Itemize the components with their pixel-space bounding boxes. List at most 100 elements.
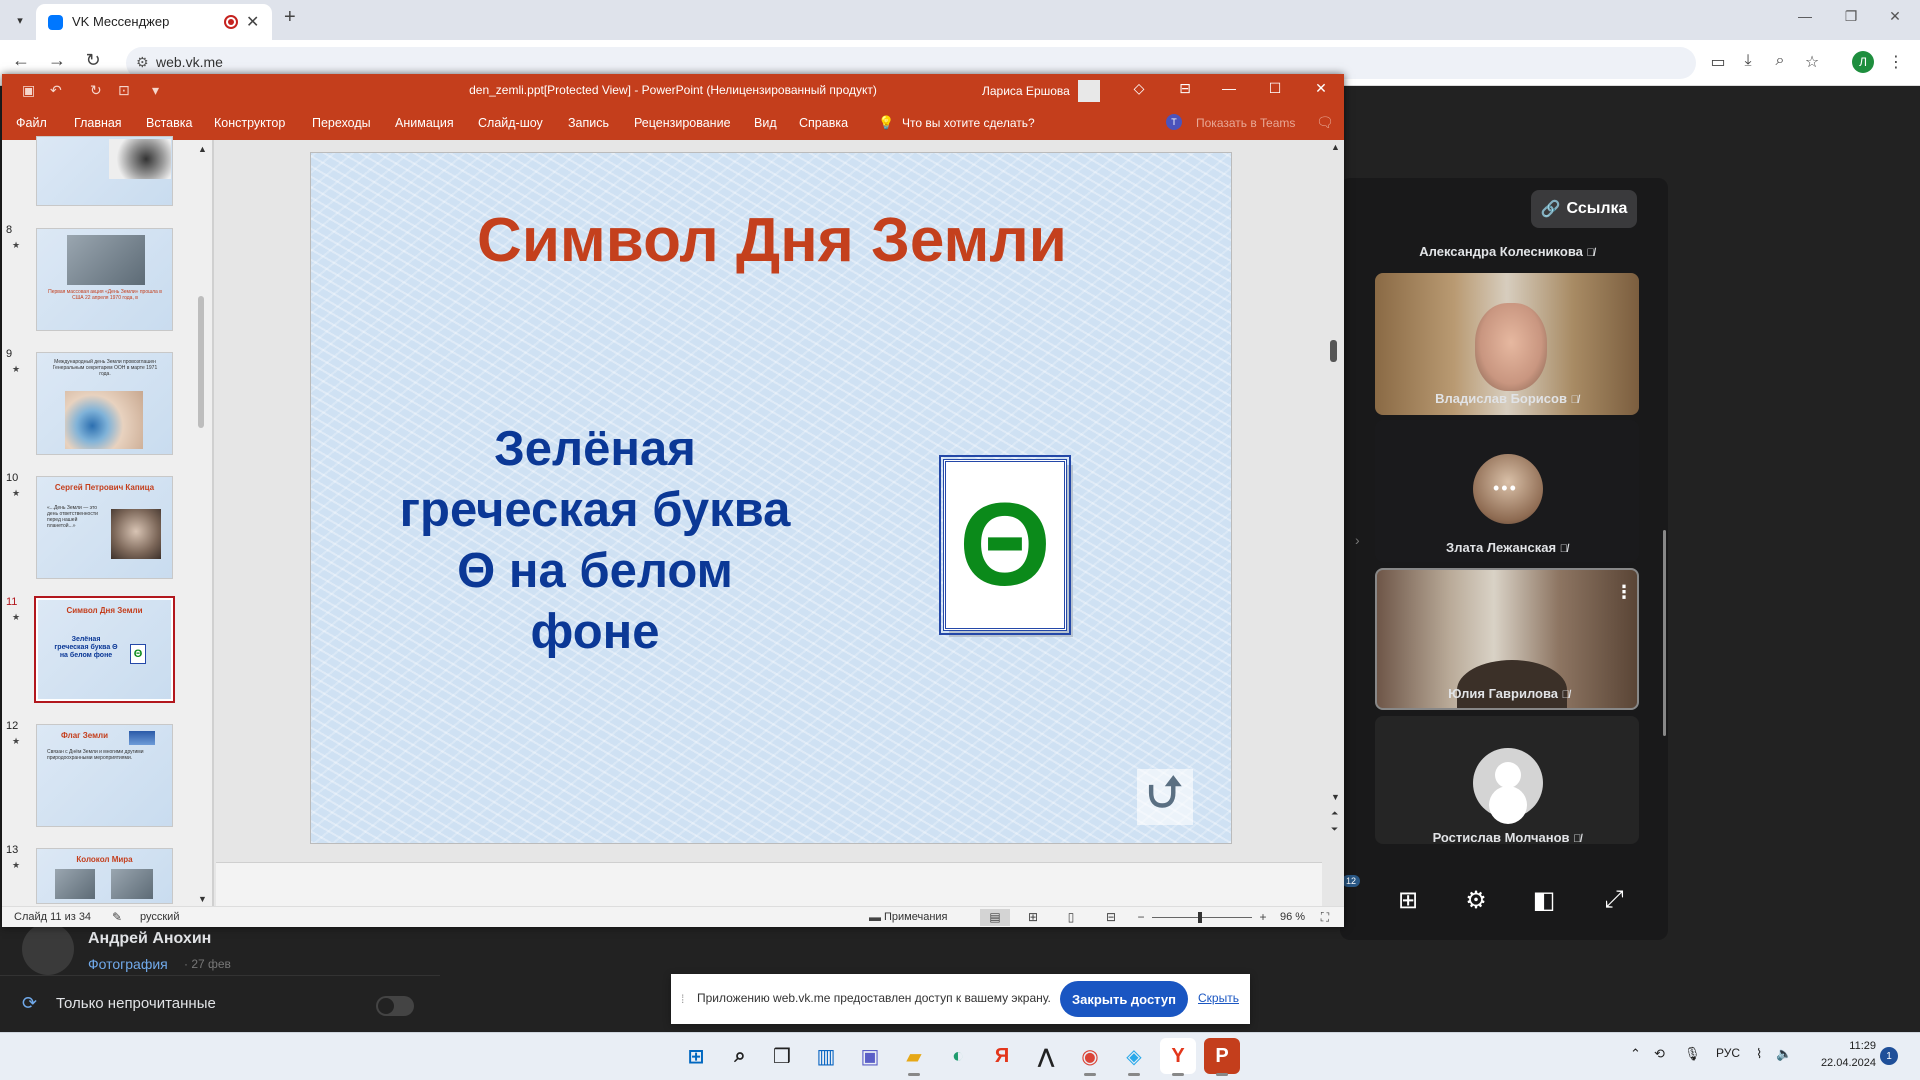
clock-date[interactable]: 22.04.2024 <box>1806 1057 1876 1069</box>
messenger-icon[interactable]: ◈ <box>1116 1038 1152 1076</box>
camera-icon[interactable]: ▭ <box>1706 52 1730 72</box>
slide-title[interactable]: Символ Дня Земли <box>311 205 1233 276</box>
picture-in-picture-icon[interactable]: ◧ <box>1524 880 1564 920</box>
slide-thumbnail[interactable] <box>36 136 173 206</box>
back-icon[interactable]: ← <box>8 50 34 71</box>
tab-animation[interactable]: Анимация <box>395 116 454 130</box>
tab-search-icon[interactable]: ▾ <box>8 9 32 31</box>
stop-sharing-button[interactable]: Закрыть доступ <box>1060 981 1188 1017</box>
minimize-icon[interactable]: — <box>1782 8 1828 24</box>
fit-slide-icon[interactable]: ⛶ <box>1314 910 1336 925</box>
hide-notice-link[interactable]: Скрыть <box>1198 991 1239 1005</box>
next-slide-icon[interactable]: ⏷ <box>1331 824 1338 835</box>
tab-slideshow[interactable]: Слайд-шоу <box>478 116 543 130</box>
chrome-icon[interactable]: ◉ <box>1072 1038 1108 1076</box>
volume-icon[interactable]: 🔈 <box>1776 1046 1792 1062</box>
zoom-slider-knob[interactable] <box>1198 912 1202 923</box>
url-text[interactable]: web.vk.me <box>156 54 223 70</box>
start-windows-icon[interactable]: ⊞ <box>678 1038 714 1074</box>
forward-icon[interactable]: → <box>44 50 70 71</box>
powerpoint-icon[interactable]: P <box>1204 1038 1240 1076</box>
task-view-icon[interactable]: ❒ <box>764 1038 800 1074</box>
tab-transitions[interactable]: Переходы <box>312 116 371 130</box>
avatar[interactable] <box>1078 80 1100 102</box>
tab-help[interactable]: Справка <box>799 116 848 130</box>
search-icon[interactable]: ⌕ <box>722 1038 758 1074</box>
scroll-down-icon[interactable]: ▼ <box>1331 792 1340 802</box>
thumbnail-scroll-thumb[interactable] <box>198 296 204 428</box>
microphone-icon[interactable]: 🎙 <box>1684 1046 1701 1062</box>
scrollbar[interactable] <box>1663 530 1666 736</box>
menu-dots-icon[interactable]: ⋮ <box>1884 52 1908 72</box>
notes-button[interactable]: Примечания <box>884 911 948 923</box>
widgets-icon[interactable]: ▥ <box>808 1038 844 1074</box>
slide-thumbnail[interactable]: Флаг Земли Связан с Днём Земли и многими… <box>36 724 173 827</box>
zoom-slider[interactable] <box>1152 917 1252 918</box>
clock-time[interactable]: 11:29 <box>1806 1040 1876 1052</box>
notification-badge[interactable]: 1 <box>1880 1047 1898 1065</box>
notes-pane[interactable] <box>216 862 1322 906</box>
profile-avatar[interactable]: Л <box>1852 51 1874 73</box>
participant-tile[interactable]: ••• Злата Лежанская 🎙̸ <box>1375 420 1639 562</box>
zoom-level[interactable]: 96 % <box>1280 911 1305 923</box>
tab-view[interactable]: Вид <box>754 116 777 130</box>
site-info-icon[interactable]: ⚙ <box>136 54 149 71</box>
edge-browser-icon[interactable]: ◐ <box>940 1038 976 1074</box>
participant-tile[interactable]: ⋮ Юлия Гаврилова 🎙̸ <box>1375 568 1639 710</box>
slide-thumbnail[interactable]: Первая массовая акция «День Земли» прошл… <box>36 228 173 331</box>
maximize-icon[interactable]: ☐ <box>1260 80 1290 97</box>
comments-icon[interactable]: 🗨 <box>1316 114 1334 131</box>
ppt-user-name[interactable]: Лариса Ершова <box>982 84 1070 98</box>
return-arrow-icon[interactable]: ⮍ <box>1137 768 1193 825</box>
show-in-teams-button[interactable]: Показать в Teams <box>1196 116 1295 130</box>
tab-design[interactable]: Конструктор <box>214 116 285 130</box>
restore-icon[interactable]: ❐ <box>1828 8 1874 25</box>
minimize-icon[interactable]: — <box>1214 80 1244 96</box>
call-link-button[interactable]: 🔗 Ссылка <box>1531 190 1637 228</box>
tab-insert[interactable]: Вставка <box>146 116 192 130</box>
settings-gear-icon[interactable]: ⚙ <box>1456 880 1496 920</box>
yandex-browser-icon[interactable]: Y <box>1160 1038 1196 1076</box>
unread-only-toggle[interactable] <box>376 996 414 1016</box>
file-explorer-icon[interactable]: ▰ <box>896 1038 932 1076</box>
slide-thumbnail-selected[interactable]: Символ Дня Земли Зелёная греческая буква… <box>34 596 175 703</box>
slide-canvas[interactable]: Символ Дня Земли Зелёная греческая буква… <box>310 152 1232 844</box>
browser-tab[interactable]: VK Мессенджер ✕ <box>36 4 272 40</box>
thumbnail-scrollbar[interactable] <box>196 74 208 826</box>
scroll-up-icon[interactable]: ▲ <box>198 144 207 154</box>
tab-file[interactable]: Файл <box>16 116 47 130</box>
more-options-icon[interactable]: ⋮ <box>1615 582 1633 603</box>
sync-icon[interactable]: ⟲ <box>1654 1046 1665 1062</box>
participant-tile[interactable]: Владислав Борисов 🎙̸ <box>1375 273 1639 415</box>
ribbon-display-icon[interactable]: ⊟ <box>1170 80 1200 97</box>
reading-view-icon[interactable]: ▯ <box>1060 910 1082 924</box>
participant-tile[interactable]: Ростислав Молчанов 🎙̸ <box>1375 716 1639 844</box>
slide-thumbnail[interactable]: Сергей Петрович Капица «...День Земли — … <box>36 476 173 579</box>
chevron-up-icon[interactable]: ⌃ <box>1630 1046 1641 1062</box>
bookmark-star-icon[interactable]: ☆ <box>1800 52 1824 72</box>
scroll-up-icon[interactable]: ▲ <box>1331 142 1340 152</box>
close-window-icon[interactable]: ✕ <box>1306 80 1336 97</box>
reload-icon[interactable]: ↻ <box>80 50 106 71</box>
zoom-in-icon[interactable]: + <box>1252 910 1274 924</box>
chat-name[interactable]: Андрей Анохин <box>88 930 211 948</box>
slide-body-text[interactable]: Зелёная греческая буква Θ на белом фоне <box>385 419 805 663</box>
fullscreen-icon[interactable]: ⤢ <box>1594 880 1634 920</box>
yandex-icon[interactable]: Я <box>984 1038 1020 1074</box>
new-tab-button[interactable]: + <box>284 6 296 29</box>
slide-sorter-icon[interactable]: ⊞ <box>1022 910 1044 924</box>
drag-handle-icon[interactable]: ⁞ <box>681 992 684 1006</box>
previous-slide-icon[interactable]: ⏶ <box>1331 808 1338 819</box>
zoom-icon[interactable]: ⌕ <box>1768 52 1792 70</box>
yandex-market-icon[interactable]: ⋀ <box>1028 1038 1064 1074</box>
spellcheck-icon[interactable]: ✎ <box>106 910 128 924</box>
wifi-icon[interactable]: ⌇ <box>1756 1046 1762 1062</box>
premium-diamond-icon[interactable]: ◇ <box>1124 80 1154 97</box>
teams-chat-icon[interactable]: ▣ <box>852 1038 888 1074</box>
slide-thumbnail[interactable]: Международный день Земли провозглашен Ге… <box>36 352 173 455</box>
scroll-down-icon[interactable]: ▼ <box>198 894 207 904</box>
language-indicator[interactable]: русский <box>140 911 179 923</box>
slide-thumbnail[interactable]: Колокол Мира <box>36 848 173 904</box>
tab-close-icon[interactable]: ✕ <box>246 12 259 32</box>
slide-scroll-thumb[interactable] <box>1330 340 1337 362</box>
